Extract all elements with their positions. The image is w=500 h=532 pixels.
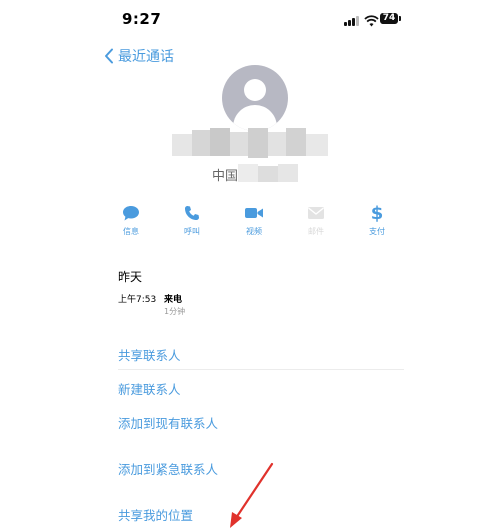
contact-avatar	[222, 65, 288, 131]
divider	[118, 369, 404, 370]
back-button[interactable]: 最近通话	[104, 46, 174, 66]
message-bubble-icon	[111, 204, 151, 222]
add-to-existing-contact-link[interactable]: 添加到现有联系人	[118, 413, 218, 432]
share-my-location-link[interactable]: 共享我的位置	[118, 505, 193, 524]
pay-label: 支付	[369, 227, 385, 236]
mail-button[interactable]: 邮件	[296, 204, 336, 237]
message-button[interactable]: 信息	[111, 204, 151, 237]
call-button[interactable]: 呼叫	[172, 204, 212, 237]
status-time: 9:27	[122, 10, 162, 28]
history-time: 上午7:53	[118, 295, 157, 305]
chevron-left-icon	[105, 48, 113, 64]
mail-label: 邮件	[308, 227, 324, 236]
battery-icon: 74	[380, 13, 404, 25]
new-contact-link[interactable]: 新建联系人	[118, 379, 181, 398]
video-label: 视频	[246, 227, 262, 236]
envelope-icon	[296, 204, 336, 222]
svg-text:$: $	[371, 203, 383, 223]
back-label: 最近通话	[118, 49, 174, 65]
wifi-icon	[364, 12, 379, 27]
video-button[interactable]: 视频	[234, 204, 274, 237]
history-duration: 1分钟	[164, 307, 186, 316]
battery-level: 74	[380, 13, 398, 24]
pay-button[interactable]: $ 支付	[357, 203, 397, 237]
add-to-emergency-contact-link[interactable]: 添加到紧急联系人	[118, 459, 218, 478]
contact-subtitle: 中国	[212, 169, 239, 184]
history-day: 昨天	[118, 270, 143, 284]
call-label: 呼叫	[184, 227, 200, 236]
contact-subtitle-redacted	[238, 164, 298, 182]
phone-icon	[172, 204, 212, 222]
video-camera-icon	[234, 204, 274, 222]
contact-name-redacted	[172, 128, 332, 158]
history-call-type: 来电	[164, 295, 183, 305]
annotation-arrow-icon	[226, 462, 276, 532]
dollar-icon: $	[357, 203, 397, 223]
share-contact-link[interactable]: 共享联系人	[118, 345, 181, 364]
cellular-signal-icon	[344, 15, 362, 26]
message-label: 信息	[123, 227, 139, 236]
